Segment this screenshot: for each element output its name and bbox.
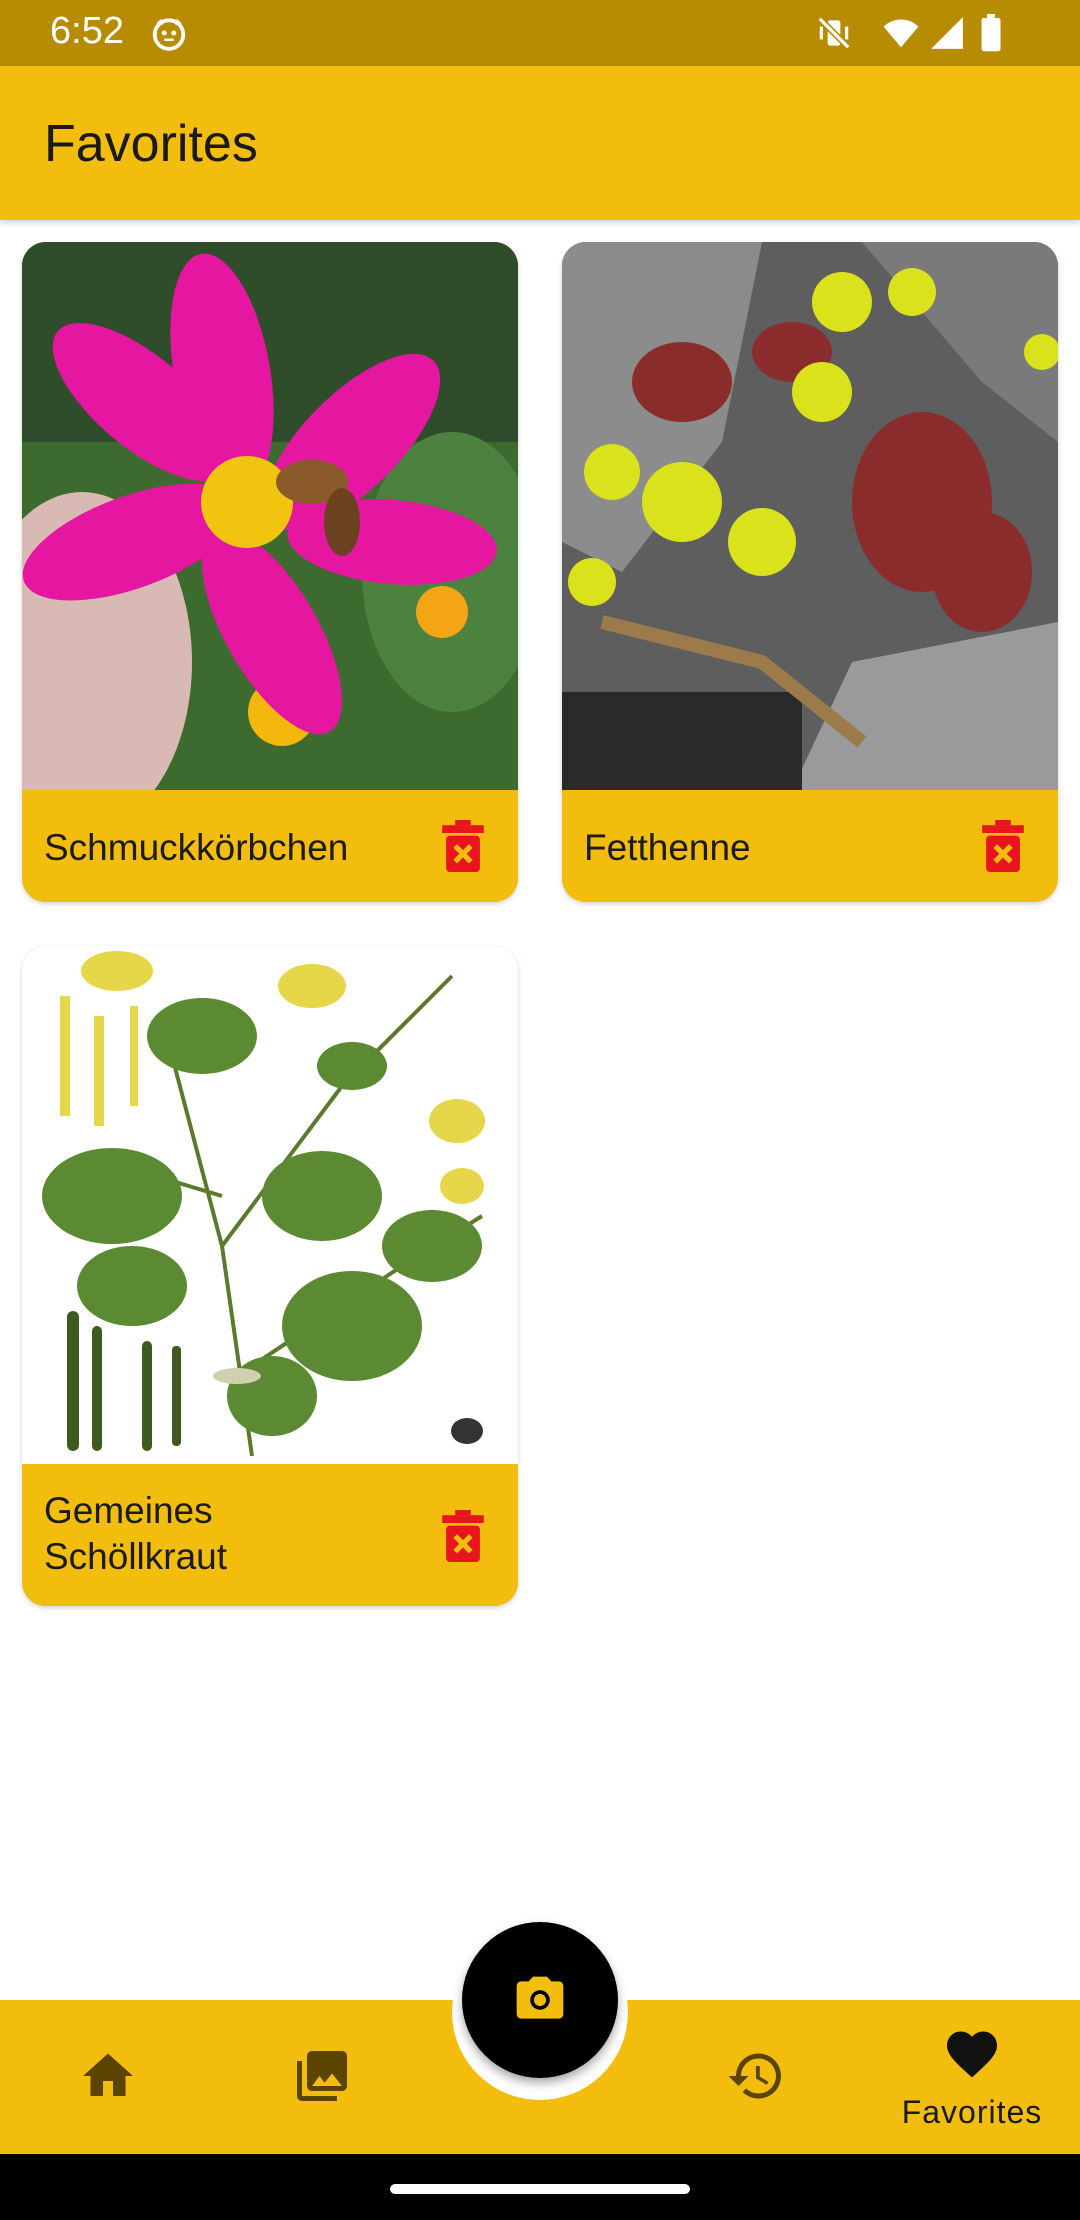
plant-photo — [22, 946, 518, 1464]
nav-label-favorites[interactable]: Favorites — [880, 2094, 1064, 2131]
history-icon[interactable] — [726, 2046, 786, 2106]
plant-name: Fetthenne — [584, 827, 751, 868]
system-nav-bar — [0, 2154, 1080, 2220]
app-bar: Favorites — [0, 66, 1080, 220]
gallery-icon[interactable] — [292, 2046, 352, 2106]
mute-vibrate-icon — [817, 16, 851, 50]
card-footer: Gemeines Schöllkraut — [22, 1464, 518, 1606]
delete-icon[interactable] — [982, 820, 1024, 872]
app-notification-icon — [152, 18, 186, 51]
heart-icon[interactable] — [942, 2024, 1002, 2084]
favorite-card[interactable]: Gemeines Schöllkraut — [22, 946, 518, 1606]
status-bar: 6:52 — [0, 0, 1080, 66]
card-footer: Schmuckkörbchen — [22, 790, 518, 902]
favorite-card[interactable]: Schmuckkörbchen — [22, 242, 518, 902]
card-footer: Fetthenne — [562, 790, 1058, 902]
plant-name: Gemeines Schöllkraut — [44, 1490, 228, 1577]
battery-icon — [981, 14, 1001, 52]
camera-icon — [516, 1976, 564, 2019]
favorite-card[interactable]: Fetthenne — [562, 242, 1058, 902]
plant-photo — [22, 242, 518, 790]
home-icon[interactable] — [78, 2046, 138, 2106]
plant-name: Schmuckkörbchen — [44, 827, 349, 868]
home-gesture-bar[interactable] — [390, 2184, 690, 2194]
plant-photo — [562, 242, 1058, 790]
delete-icon[interactable] — [442, 1510, 484, 1562]
status-time: 6:52 — [50, 10, 124, 52]
signal-icon — [931, 17, 963, 49]
camera-button[interactable] — [462, 1922, 618, 2078]
wifi-icon — [883, 19, 919, 48]
delete-icon[interactable] — [442, 820, 484, 872]
page-title: Favorites — [44, 115, 258, 173]
